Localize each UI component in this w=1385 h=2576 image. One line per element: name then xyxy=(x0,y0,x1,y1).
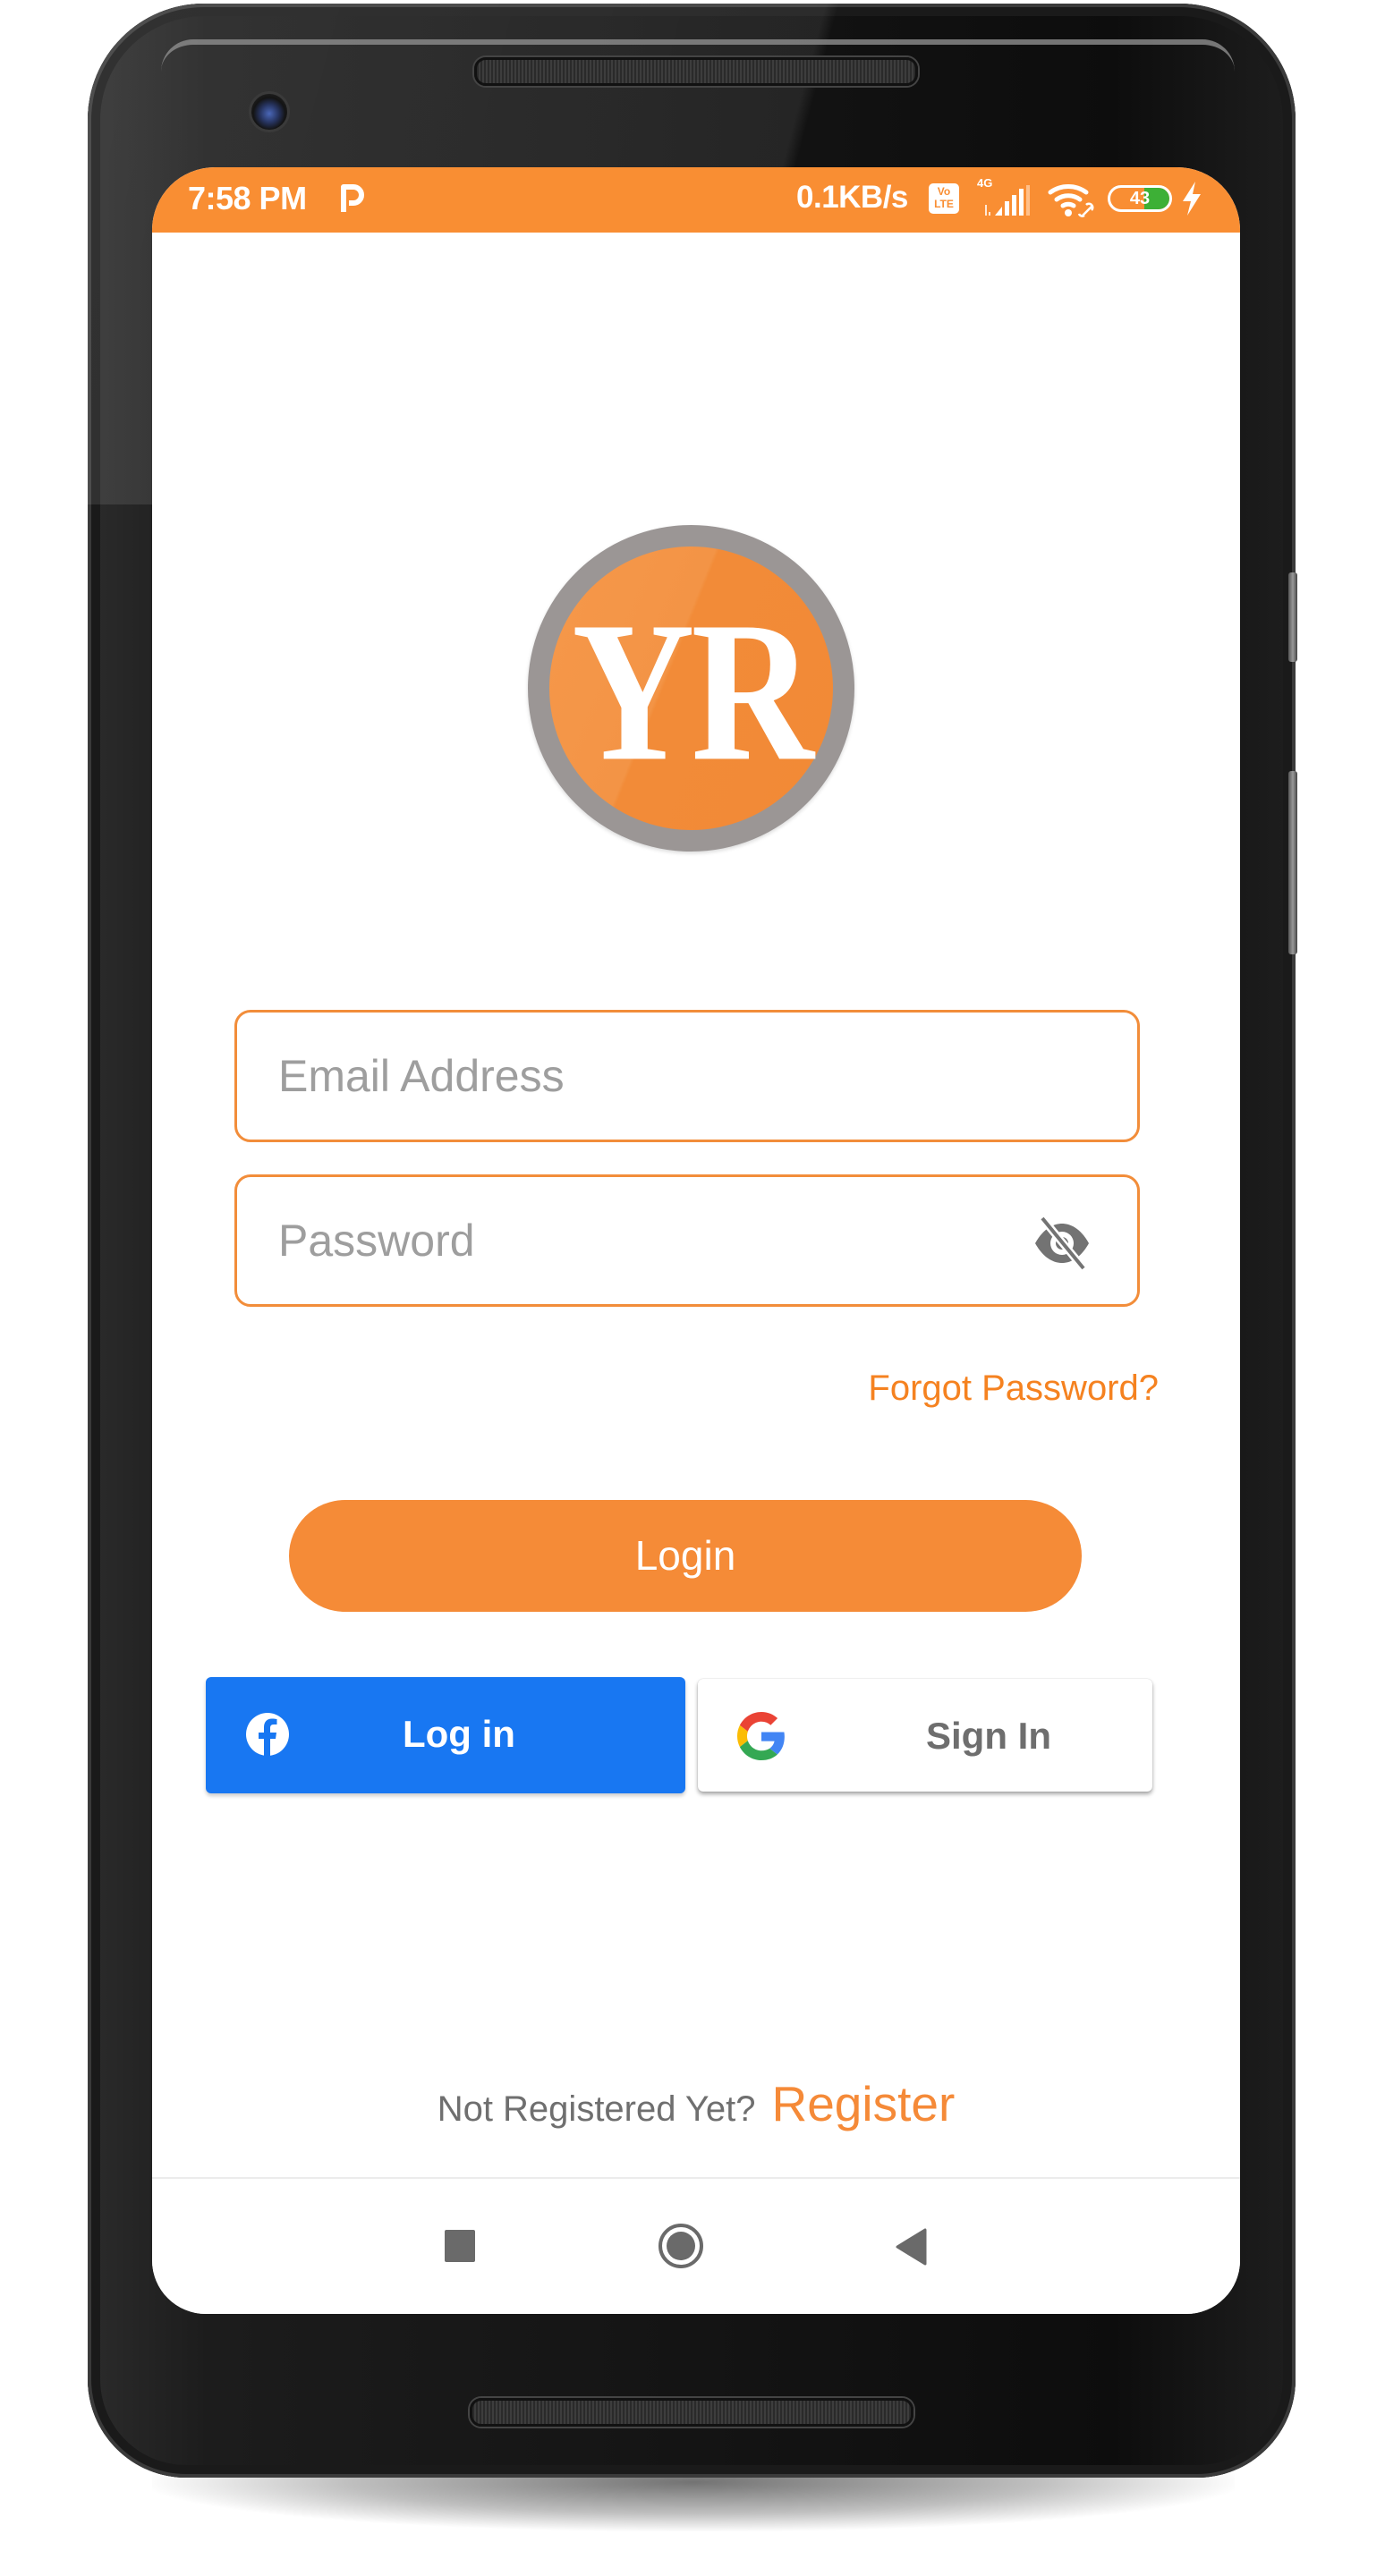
front-camera xyxy=(249,91,290,132)
logo-inner-circle: YR xyxy=(549,547,833,830)
signal-bars-icon xyxy=(985,185,1030,216)
email-field[interactable]: Email Address xyxy=(234,1010,1140,1142)
app-logo: YR xyxy=(528,525,854,852)
google-signin-button[interactable]: Sign In xyxy=(698,1679,1152,1792)
bottom-speaker xyxy=(470,2398,913,2427)
bolt-icon xyxy=(1183,182,1201,216)
p-app-icon xyxy=(341,184,364,212)
facebook-login-label: Log in xyxy=(403,1713,515,1755)
facebook-login-button[interactable]: Log in xyxy=(206,1677,685,1793)
volte-top-text: Vo xyxy=(937,185,951,198)
register-link[interactable]: Register xyxy=(772,2076,956,2131)
network-speed: 0.1KB/s xyxy=(796,180,908,215)
status-bar: 7:58 PM 0.1KB/s Vo LTE 4G 43 xyxy=(152,167,1240,233)
volte-icon: Vo LTE xyxy=(929,183,959,214)
battery-level: 43 xyxy=(1129,189,1151,208)
battery-icon: 43 xyxy=(1108,185,1172,212)
earpiece-speaker xyxy=(474,57,918,86)
register-prompt: Not Registered Yet? xyxy=(437,2089,756,2129)
volte-bottom-text: LTE xyxy=(934,198,954,210)
triangle-back-icon[interactable] xyxy=(895,2228,927,2266)
google-signin-label: Sign In xyxy=(926,1715,1051,1757)
square-icon[interactable] xyxy=(445,2230,475,2262)
wifi-link-icon xyxy=(1048,184,1094,217)
home-dot xyxy=(667,2232,695,2260)
password-placeholder: Password xyxy=(278,1216,475,1266)
login-button[interactable]: Login xyxy=(289,1500,1082,1612)
system-nav-bar xyxy=(152,2177,1240,2314)
app-screen: 7:58 PM 0.1KB/s Vo LTE 4G 43 YR Email Ad… xyxy=(152,167,1240,2314)
google-icon xyxy=(737,1712,785,1760)
password-field[interactable]: Password xyxy=(234,1174,1140,1307)
eye-off-icon[interactable] xyxy=(1032,1215,1092,1270)
circle-icon[interactable] xyxy=(659,2224,703,2268)
forgot-password-link[interactable]: Forgot Password? xyxy=(868,1368,1159,1409)
power-button xyxy=(1288,771,1297,954)
volume-button xyxy=(1288,572,1297,662)
logo-text: YR xyxy=(572,580,813,803)
register-row: Not Registered Yet? Register xyxy=(152,2075,1240,2132)
status-time: 7:58 PM xyxy=(188,180,307,216)
email-placeholder: Email Address xyxy=(278,1051,565,1101)
facebook-icon xyxy=(246,1713,289,1757)
